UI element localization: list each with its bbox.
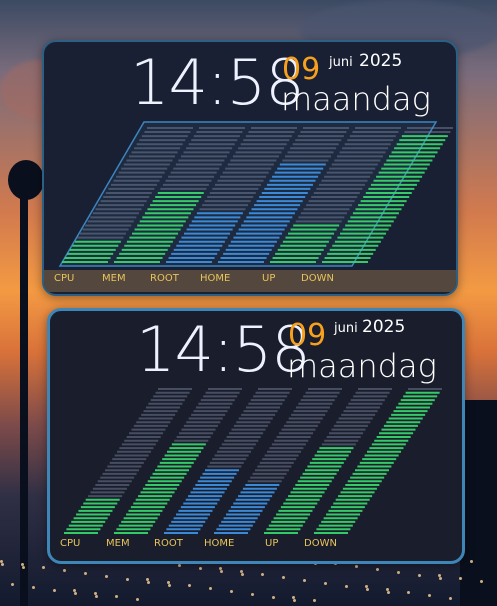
light-dot [480, 580, 483, 583]
level-bar-2 [164, 388, 292, 534]
light-dot [199, 567, 202, 570]
label-root: ROOT [154, 538, 183, 549]
light-dot [1, 563, 4, 566]
light-dot [272, 596, 275, 599]
label-root: ROOT [150, 273, 179, 284]
light-dot [63, 569, 66, 572]
palm-tree [20, 170, 28, 606]
light-dot [470, 560, 473, 563]
resource-labels: CPU MEM ROOT HOME UP DOWN [44, 270, 456, 292]
light-dot [105, 575, 108, 578]
light-dot [459, 577, 462, 580]
light-dot [115, 595, 118, 598]
light-dot [136, 598, 139, 601]
light-dot [168, 584, 171, 587]
light-dot [230, 590, 233, 593]
light-dot [84, 572, 87, 575]
light-dot [251, 593, 254, 596]
light-dot [32, 586, 35, 589]
light-dot [261, 573, 264, 576]
level-bar-1 [114, 388, 242, 534]
light-dot [345, 585, 348, 588]
light-dot [126, 578, 129, 581]
light-dot [366, 588, 369, 591]
light-dot [53, 589, 56, 592]
city-lights [0, 560, 497, 606]
light-dot [22, 566, 25, 569]
light-dot [220, 570, 223, 573]
level-bar-5 [314, 388, 442, 534]
level-bar-3 [214, 388, 342, 534]
resource-bars [64, 388, 442, 534]
label-cpu: CPU [54, 273, 75, 284]
light-dot [355, 565, 358, 568]
light-dot [428, 594, 431, 597]
label-down: DOWN [304, 538, 337, 549]
label-cpu: CPU [60, 538, 81, 549]
label-down: DOWN [301, 273, 334, 284]
light-dot [293, 599, 296, 602]
light-dot [178, 564, 181, 567]
label-home: HOME [200, 273, 231, 284]
light-dot [95, 595, 98, 598]
label-mem: MEM [102, 273, 126, 284]
level-bar-0 [64, 388, 192, 534]
light-dot [313, 599, 316, 602]
label-up: UP [262, 273, 276, 284]
light-dot [439, 577, 442, 580]
light-dot [387, 591, 390, 594]
light-dot [241, 573, 244, 576]
label-mem: MEM [106, 538, 130, 549]
label-up: UP [265, 538, 279, 549]
light-dot [324, 582, 327, 585]
system-monitor-widget: 14:58 09 juni 2025 maandag CPU MEM ROOT … [47, 308, 465, 564]
light-dot [209, 587, 212, 590]
light-dot [11, 583, 14, 586]
label-home: HOME [204, 538, 235, 549]
light-dot [449, 597, 452, 600]
light-dot [42, 566, 45, 569]
resource-labels: CPU MEM ROOT HOME UP DOWN [50, 535, 462, 557]
light-dot [418, 574, 421, 577]
light-dot [188, 584, 191, 587]
light-dot [147, 581, 150, 584]
light-dot [376, 568, 379, 571]
light-dot [397, 571, 400, 574]
palm-tree [8, 160, 44, 200]
level-bar-4 [264, 388, 392, 534]
system-monitor-widget: 14:58 09 juni 2025 maandag CPU MEM ROOT … [42, 40, 458, 296]
resource-bars [58, 121, 453, 267]
light-dot [303, 579, 306, 582]
light-dot [74, 592, 77, 595]
light-dot [282, 576, 285, 579]
light-dot [407, 591, 410, 594]
